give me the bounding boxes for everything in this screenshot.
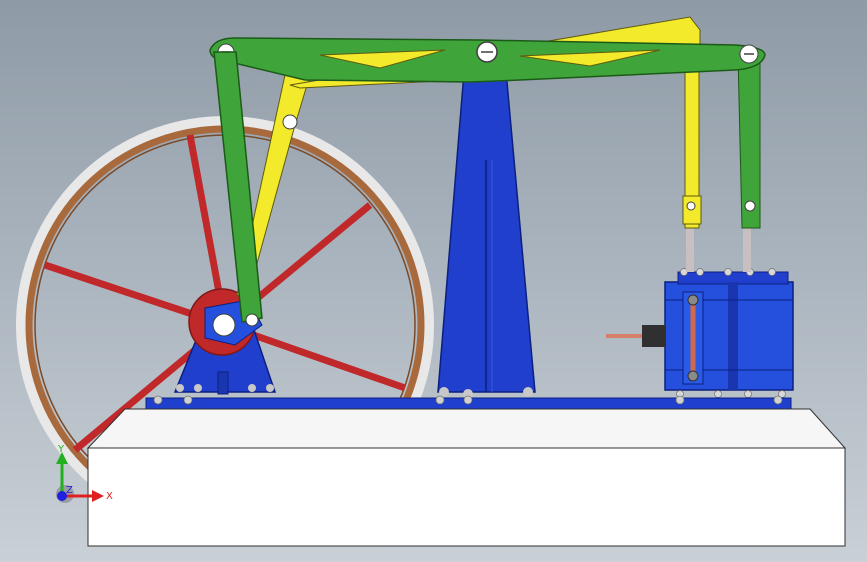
piston-rod-yellow[interactable]: [682, 71, 702, 229]
walking-beam[interactable]: [209, 37, 766, 83]
connecting-rod[interactable]: [213, 51, 263, 327]
bedplate[interactable]: [145, 395, 792, 410]
y-axis-label: Y: [57, 444, 65, 455]
cad-3d-viewport[interactable]: Y X Z: [0, 0, 867, 562]
coordinate-triad: Y X Z: [56, 444, 113, 503]
beam-engine-model[interactable]: [0, 0, 867, 562]
cylinder-rods: [686, 228, 751, 272]
beam-column[interactable]: [437, 59, 536, 399]
z-axis-label: Z: [66, 485, 73, 496]
x-axis-label: X: [106, 491, 113, 502]
base-block[interactable]: [86, 408, 847, 547]
steam-cylinder[interactable]: [606, 268, 794, 398]
parallel-link-green[interactable]: [737, 54, 761, 229]
x-axis-arrow-icon: [92, 490, 104, 502]
